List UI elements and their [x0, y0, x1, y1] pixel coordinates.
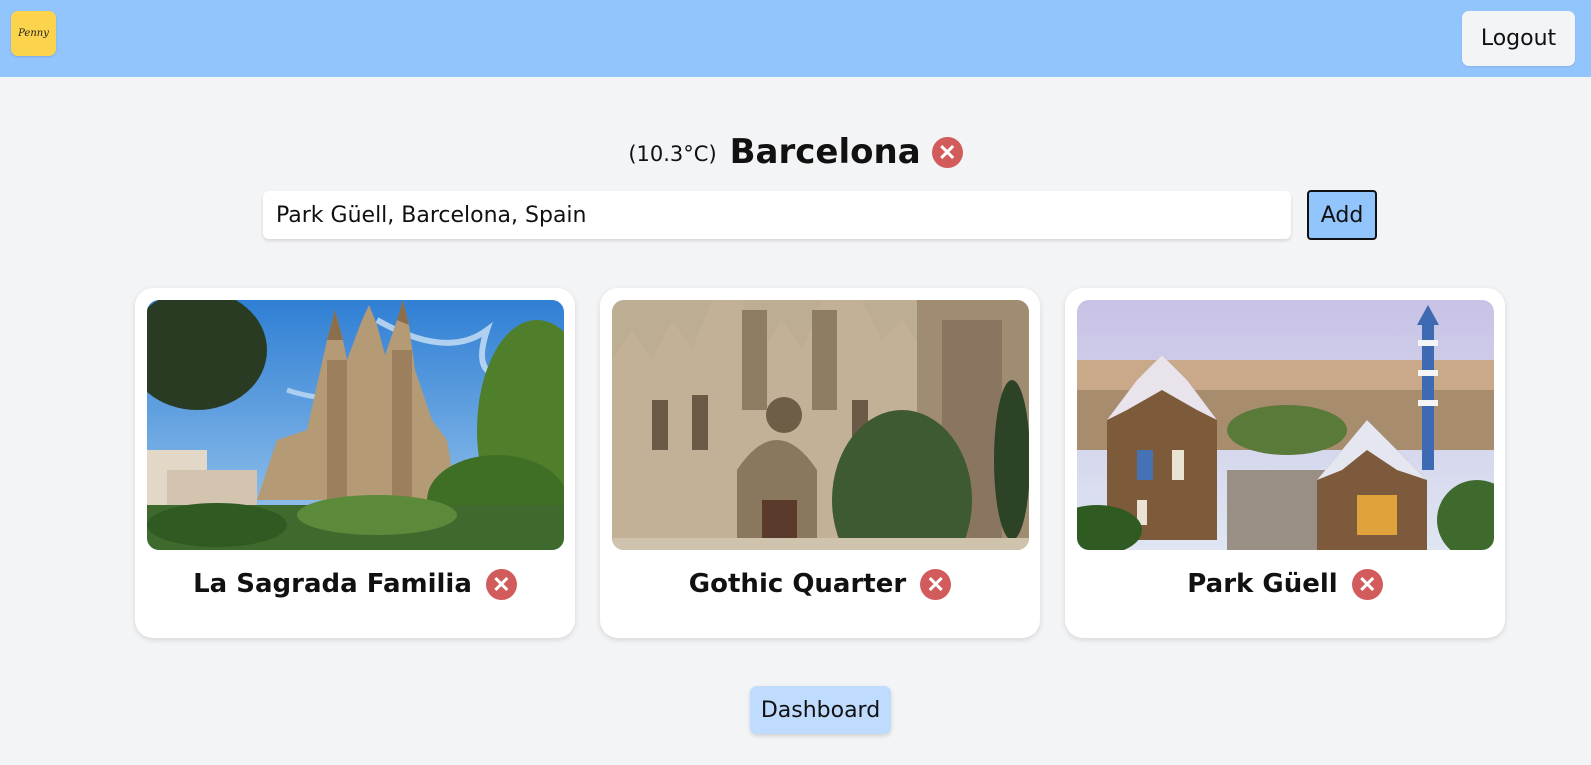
- place-name: La Sagrada Familia: [193, 569, 472, 599]
- remove-city-button[interactable]: ✕: [931, 136, 963, 168]
- places-list: La Sagrada Familia ✕ Gothic Quarter ✕ Pa…: [135, 288, 1505, 638]
- place-name: Park Güell: [1187, 569, 1338, 599]
- place-search-input[interactable]: [263, 191, 1291, 239]
- remove-place-button[interactable]: ✕: [485, 568, 517, 600]
- place-card: Park Güell ✕: [1065, 288, 1505, 638]
- place-caption: Gothic Quarter ✕: [600, 564, 1040, 604]
- place-card: Gothic Quarter ✕: [600, 288, 1040, 638]
- gothic-quarter-photo: [612, 300, 1029, 550]
- city-title: Barcelona: [729, 132, 921, 172]
- sagrada-familia-photo: [147, 300, 564, 550]
- close-icon: ✕: [492, 571, 511, 597]
- place-search-container: [263, 191, 1291, 239]
- add-place-button[interactable]: Add: [1307, 190, 1377, 240]
- place-card: La Sagrada Familia ✕: [135, 288, 575, 638]
- close-icon: ✕: [937, 139, 957, 165]
- dashboard-button[interactable]: Dashboard: [750, 686, 891, 734]
- logout-button[interactable]: Logout: [1462, 11, 1575, 66]
- park-guell-photo: [1077, 300, 1494, 550]
- penny-logo[interactable]: Penny: [11, 11, 56, 56]
- place-caption: La Sagrada Familia ✕: [135, 564, 575, 604]
- place-name: Gothic Quarter: [688, 569, 907, 599]
- close-icon: ✕: [1357, 571, 1377, 597]
- place-caption: Park Güell ✕: [1065, 564, 1505, 604]
- remove-place-button[interactable]: ✕: [1351, 568, 1383, 600]
- close-icon: ✕: [926, 571, 945, 597]
- temperature-label: (10.3°C): [628, 142, 717, 166]
- remove-place-button[interactable]: ✕: [920, 568, 952, 600]
- top-navigation-bar: Penny Logout: [0, 0, 1591, 77]
- destination-header: (10.3°C) Barcelona ✕: [0, 127, 1591, 177]
